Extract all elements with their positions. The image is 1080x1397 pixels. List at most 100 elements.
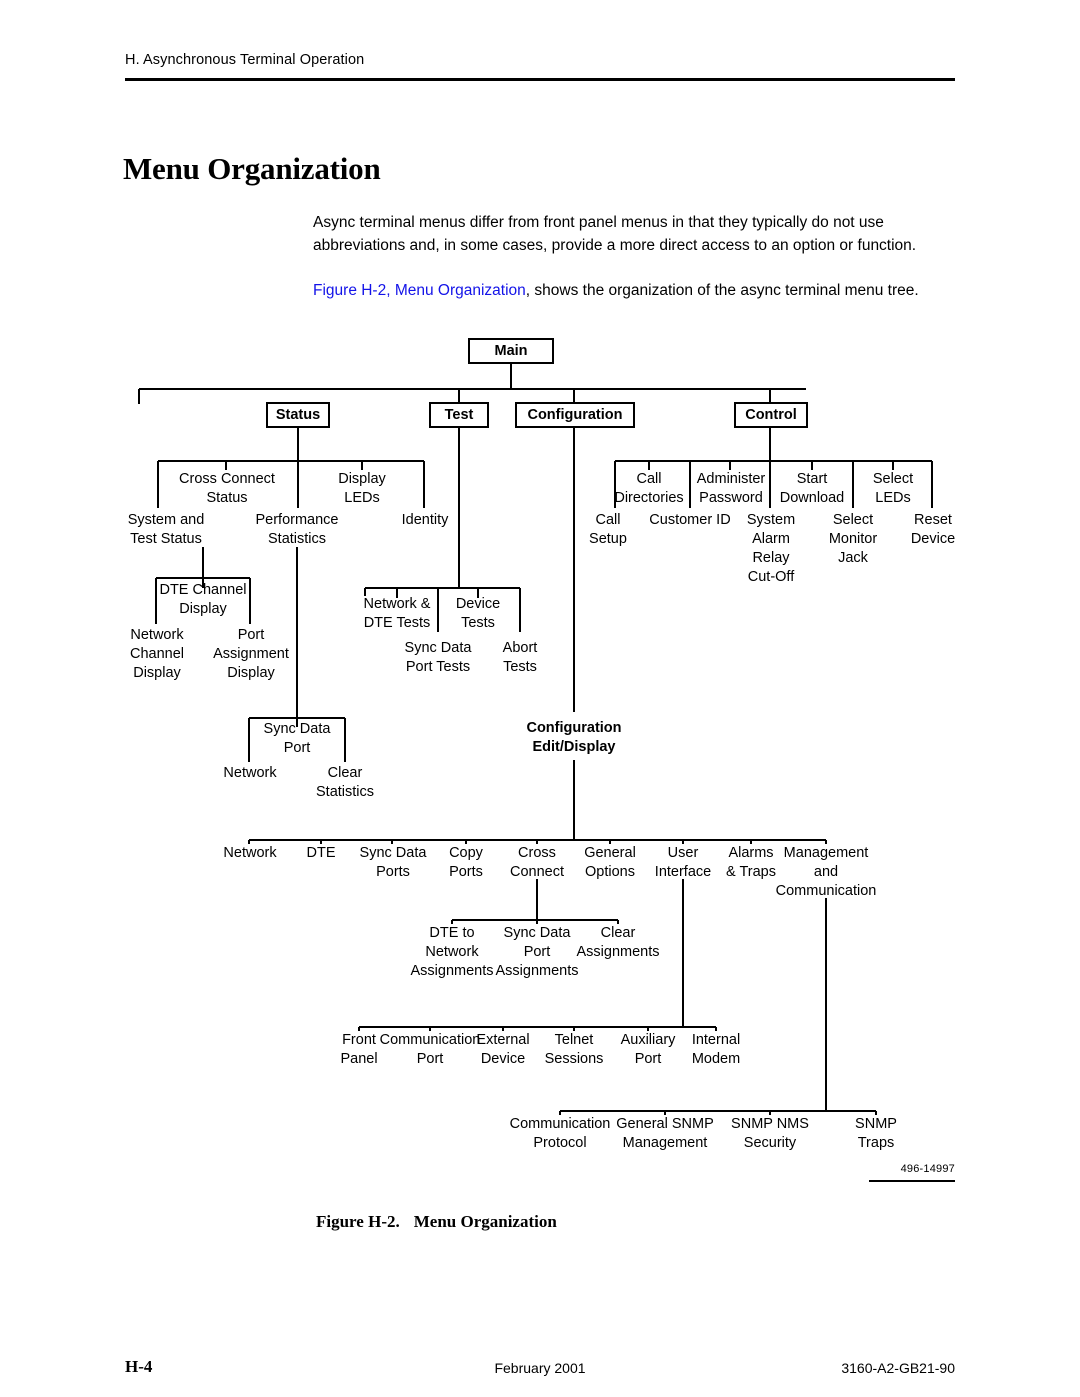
- footer-document-number: 3160-A2-GB21-90: [841, 1360, 955, 1376]
- document-page: H. Asynchronous Terminal Operation Menu …: [0, 0, 1080, 1397]
- node-line: Network: [223, 845, 277, 861]
- node-communication-protocol[interactable]: Communication Protocol: [510, 1115, 611, 1153]
- node-line: Alarm: [752, 531, 790, 547]
- node-network-and-dte-tests[interactable]: Network & DTE Tests: [364, 595, 431, 633]
- node-line: General SNMP: [616, 1116, 714, 1132]
- node-line: Sync Data: [503, 925, 571, 941]
- node-line: Auxiliary: [620, 1032, 676, 1048]
- node-line: Cross Connect: [179, 471, 275, 487]
- node-line: Performance: [255, 512, 339, 528]
- node-line: DTE Tests: [363, 615, 431, 631]
- node-administer-password[interactable]: Administer Password: [697, 470, 766, 508]
- node-network-channel-display[interactable]: Network Channel Display: [130, 626, 184, 683]
- node-cfg-alarms-and-traps[interactable]: Alarms & Traps: [726, 844, 776, 882]
- node-clear-statistics[interactable]: Clear Statistics: [316, 764, 374, 802]
- node-dte-channel-display[interactable]: DTE Channel Display: [159, 581, 246, 619]
- node-line: Security: [743, 1135, 797, 1151]
- node-line: DTE to: [429, 925, 475, 941]
- node-status[interactable]: Status: [266, 402, 330, 428]
- menu-organization-diagram: Main Status Test Configuration Control S…: [0, 0, 1080, 1210]
- node-line: Communication: [379, 1032, 481, 1048]
- node-cfg-cross-connect[interactable]: Cross Connect: [510, 844, 564, 882]
- node-line: Assignment: [213, 646, 289, 662]
- node-line: Select: [872, 471, 914, 487]
- node-call-directories[interactable]: Call Directories: [614, 470, 683, 508]
- node-clear-assignments[interactable]: Clear Assignments: [576, 924, 659, 962]
- node-cfg-general-options[interactable]: General Options: [584, 844, 636, 882]
- node-abort-tests[interactable]: Abort Tests: [503, 639, 538, 677]
- node-system-alarm-relay-cut-off[interactable]: System Alarm Relay Cut-Off: [747, 511, 795, 587]
- node-system-and-test-status[interactable]: System and Test Status: [128, 511, 205, 549]
- node-cfg-dte[interactable]: DTE: [307, 844, 336, 863]
- node-line: Tests: [503, 659, 537, 675]
- node-line: Monitor: [828, 531, 878, 547]
- node-identity[interactable]: Identity: [402, 511, 449, 530]
- node-line: Setup: [589, 531, 627, 547]
- node-line: Select: [832, 512, 874, 528]
- node-select-monitor-jack[interactable]: Select Monitor Jack: [829, 511, 877, 568]
- node-reset-device[interactable]: Reset Device: [911, 511, 955, 549]
- node-sync-data-port-assignments[interactable]: Sync Data Port Assignments: [495, 924, 578, 981]
- node-line: Tests: [461, 615, 495, 631]
- node-line: Network &: [363, 596, 431, 612]
- node-line: System: [746, 512, 796, 528]
- node-line: Display: [179, 601, 227, 617]
- node-customer-id[interactable]: Customer ID: [649, 511, 730, 530]
- node-main[interactable]: Main: [468, 338, 554, 364]
- node-line: Statistics: [315, 784, 375, 800]
- node-line: Communication: [509, 1116, 611, 1132]
- node-snmp-traps[interactable]: SNMP Traps: [855, 1115, 897, 1153]
- node-test[interactable]: Test: [429, 402, 489, 428]
- node-line: Traps: [857, 1135, 895, 1151]
- node-port-assignment-display[interactable]: Port Assignment Display: [213, 626, 289, 683]
- node-dte-to-network-assignments[interactable]: DTE to Network Assignments: [410, 924, 493, 981]
- node-configuration[interactable]: Configuration: [515, 402, 635, 428]
- node-line: Sync Data: [263, 721, 331, 737]
- node-line: Download: [779, 490, 845, 506]
- node-configuration-edit-display[interactable]: Configuration Edit/Display: [526, 719, 621, 757]
- node-line: Connect: [509, 864, 565, 880]
- node-performance-statistics[interactable]: Performance Statistics: [255, 511, 338, 549]
- node-cfg-user-interface[interactable]: User Interface: [655, 844, 711, 882]
- node-line: Port: [283, 740, 311, 756]
- node-sync-data-port[interactable]: Sync Data Port: [264, 720, 331, 758]
- node-line: SNMP NMS: [731, 1116, 809, 1132]
- node-start-download[interactable]: Start Download: [780, 470, 845, 508]
- node-general-snmp-management[interactable]: General SNMP Management: [616, 1115, 714, 1153]
- node-line: Ports: [376, 864, 410, 880]
- node-line: Assignments: [410, 963, 494, 979]
- node-internal-modem[interactable]: Internal Modem: [692, 1031, 740, 1069]
- node-line: Display: [338, 471, 386, 487]
- node-line: Start: [796, 471, 828, 487]
- node-control[interactable]: Control: [734, 402, 808, 428]
- node-external-device[interactable]: External Device: [476, 1031, 529, 1069]
- node-line: DTE: [306, 845, 336, 861]
- node-communication-port[interactable]: Communication Port: [380, 1031, 481, 1069]
- node-cfg-sync-data-ports[interactable]: Sync Data Ports: [360, 844, 427, 882]
- node-line: System and: [127, 512, 205, 528]
- node-select-leds[interactable]: Select LEDs: [873, 470, 913, 508]
- node-cfg-network[interactable]: Network: [223, 844, 276, 863]
- node-sync-data-port-tests[interactable]: Sync Data Port Tests: [405, 639, 472, 677]
- node-line: Port: [523, 944, 551, 960]
- node-device-tests[interactable]: Device Tests: [456, 595, 500, 633]
- node-call-setup[interactable]: Call Setup: [589, 511, 627, 549]
- node-cfg-management-and-communication[interactable]: Management and Communication: [776, 844, 877, 901]
- node-configuration-label: Configuration: [527, 406, 623, 423]
- node-front-panel[interactable]: Front Panel: [340, 1031, 377, 1069]
- node-cross-connect-status[interactable]: Cross Connect Status: [179, 470, 275, 508]
- node-line: Assignments: [495, 963, 579, 979]
- node-line: Clear: [600, 925, 636, 941]
- node-telnet-sessions[interactable]: Telnet Sessions: [545, 1031, 604, 1069]
- node-line: Display: [227, 665, 275, 681]
- figure-caption-title: Menu Organization: [413, 1212, 557, 1231]
- node-display-leds[interactable]: Display LEDs: [338, 470, 386, 508]
- node-line: Port: [416, 1051, 444, 1067]
- node-cfg-copy-ports[interactable]: Copy Ports: [449, 844, 483, 882]
- node-network[interactable]: Network: [223, 764, 276, 783]
- node-line: Channel: [129, 646, 185, 662]
- node-line: Management: [783, 845, 869, 861]
- node-line: User: [667, 845, 699, 861]
- node-auxiliary-port[interactable]: Auxiliary Port: [621, 1031, 676, 1069]
- node-snmp-nms-security[interactable]: SNMP NMS Security: [731, 1115, 809, 1153]
